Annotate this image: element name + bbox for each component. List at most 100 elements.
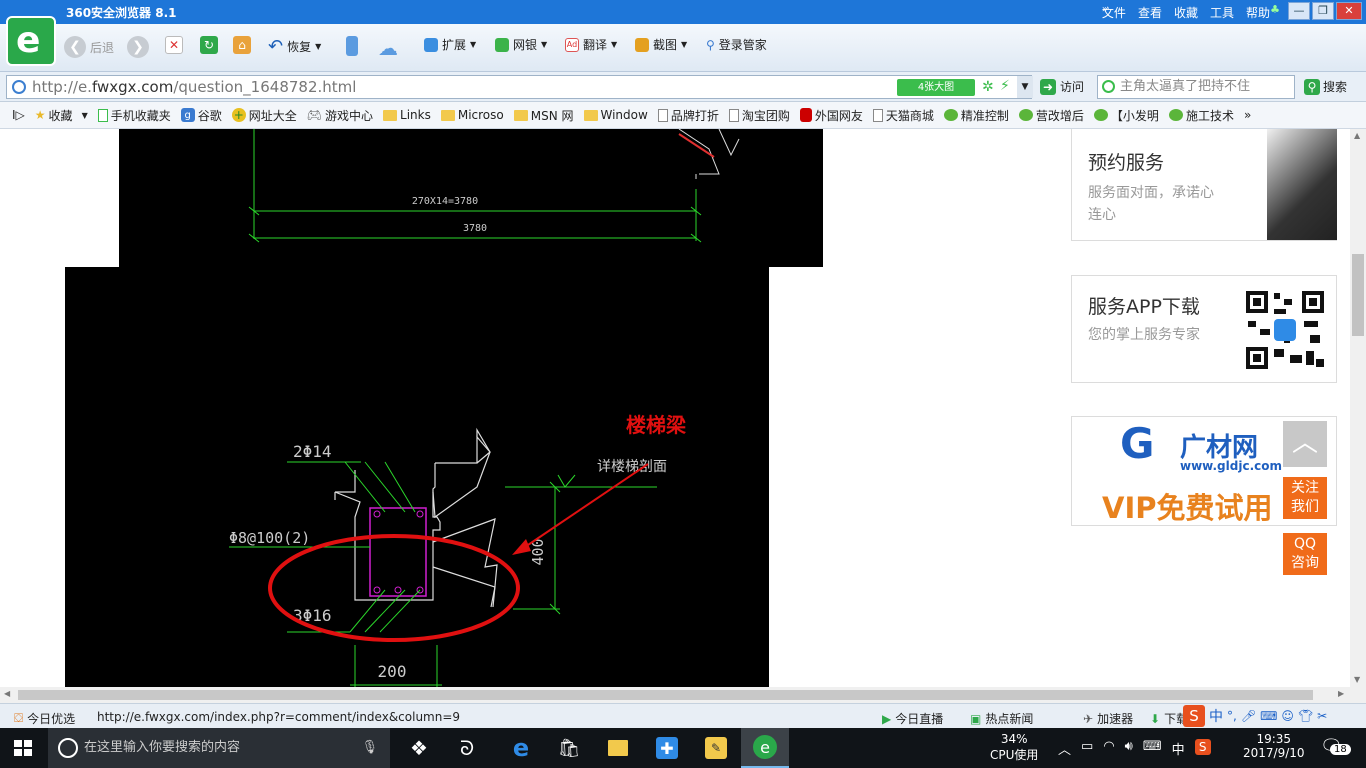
bookmark-google[interactable]: g 谷歌 — [180, 107, 222, 124]
restore-button[interactable]: ↶ 恢复 ▼ — [268, 36, 321, 57]
service-card[interactable]: 预约服务 服务面对面，承诺心连心 — [1071, 129, 1337, 241]
search-button[interactable]: ⚲ 搜索 — [1304, 78, 1347, 95]
menu-view[interactable]: 查看 — [1138, 4, 1162, 21]
qq-consult-button[interactable]: QQ咨询 — [1283, 533, 1327, 575]
globe-icon — [12, 80, 26, 94]
vertical-scrollbar[interactable]: ▲ ▼ — [1350, 129, 1366, 687]
hot-news-button[interactable]: ▣ 热点新闻 — [970, 710, 1033, 727]
basket-icon: ⛋ — [14, 711, 24, 725]
loading-icon[interactable]: ✲ — [982, 79, 994, 95]
battery-icon[interactable]: ▭ — [1081, 739, 1093, 758]
page-content: 270X14=3780 3780 2Φ14 Φ8@100(2) 3Φ16 详楼梯… — [0, 129, 1350, 687]
bookmark-taobao[interactable]: 淘宝团购 — [728, 107, 790, 124]
bookmark-sites[interactable]: + 网址大全 — [231, 107, 297, 124]
cpu-meter[interactable]: 34% CPU使用 — [990, 732, 1038, 763]
tray-ime-mode[interactable]: 中 — [1172, 739, 1185, 758]
netbank-button[interactable]: 网银 ▼ — [495, 36, 547, 53]
search-input[interactable]: 主角太逼真了把持不住 — [1097, 75, 1295, 99]
taskbar-search-input[interactable]: 在这里输入你要搜索的内容 🎙︎ — [48, 728, 390, 768]
translate-button[interactable]: Ad 翻译 ▼ — [565, 36, 617, 53]
minimize-button[interactable]: — — [1288, 2, 1310, 20]
bookmark-msn[interactable]: MSN 网 — [513, 107, 574, 124]
action-center-button[interactable]: 🗨︎ 18 — [1320, 736, 1351, 757]
accelerator-button[interactable]: ✈ 加速器 — [1083, 710, 1133, 727]
taskbar-app-360browser[interactable]: e — [741, 728, 789, 768]
taskbar-app-store[interactable]: 🛍︎ — [545, 728, 593, 768]
url-dropdown-icon[interactable]: ▼ — [1017, 76, 1033, 98]
wifi-icon[interactable]: ◠ — [1103, 739, 1114, 758]
folder-icon — [608, 740, 628, 756]
mobile-button[interactable] — [346, 36, 358, 56]
back-to-top-button[interactable]: ︿ — [1283, 421, 1327, 467]
lightning-icon[interactable]: ⚡ — [1000, 78, 1010, 94]
horizontal-scroll-thumb[interactable] — [18, 690, 1313, 700]
scroll-left-icon[interactable]: ◀ — [4, 689, 10, 698]
refresh-icon: ↻ — [200, 36, 218, 54]
goto-button[interactable]: ➜ 访问 — [1040, 78, 1084, 95]
mic-icon[interactable]: 🎙︎ — [361, 728, 378, 768]
bookmark-construction[interactable]: 施工技术 — [1168, 107, 1234, 124]
page-icon — [657, 108, 668, 122]
scroll-up-icon[interactable]: ▲ — [1354, 131, 1360, 140]
maximize-button[interactable]: ❐ — [1312, 2, 1334, 20]
url-text: http://e.fwxgx.com/question_1648782.html — [32, 78, 357, 96]
skin-icon[interactable]: ♣ — [1264, 2, 1286, 20]
stop-button[interactable]: ✕ — [165, 36, 183, 54]
task-view-button[interactable]: ❖ — [395, 728, 443, 768]
screenshot-label: 截图 — [653, 38, 678, 52]
horizontal-scrollbar[interactable]: ◀ ▶ — [0, 687, 1366, 703]
login-manager-button[interactable]: ⚲ 登录管家 — [706, 36, 767, 53]
start-button[interactable] — [14, 740, 32, 756]
menu-favorites[interactable]: 收藏 — [1174, 4, 1198, 21]
bookmark-windows[interactable]: Window — [583, 108, 648, 122]
bookmark-favorites[interactable]: ★ 收藏 ▼ — [35, 107, 88, 124]
scroll-right-icon[interactable]: ▶ — [1338, 689, 1344, 698]
taskbar-app-notes[interactable]: ✎ — [692, 728, 740, 768]
home-button[interactable]: ⌂ — [233, 36, 251, 54]
follow-us-button[interactable]: 关注我们 — [1283, 477, 1327, 519]
taskbar-app-explorer[interactable] — [594, 728, 642, 768]
bookmark-links[interactable]: Links — [383, 108, 431, 122]
bookmarks-more-icon[interactable]: » — [1244, 108, 1251, 122]
bookmarks-toggle-icon[interactable]: I▷ — [12, 108, 25, 122]
menu-tools[interactable]: 工具 — [1210, 4, 1234, 21]
screenshot-button[interactable]: 截图 ▼ — [635, 36, 687, 53]
bookmark-brand-sale[interactable]: 品牌打折 — [657, 107, 719, 124]
bookmark-precise[interactable]: 精准控制 — [943, 107, 1009, 124]
forward-button[interactable]: ❯ — [127, 36, 149, 58]
cloud-icon: ☁ — [378, 36, 398, 60]
bookmark-vat[interactable]: 营改增后 — [1018, 107, 1084, 124]
scroll-down-icon[interactable]: ▼ — [1354, 675, 1360, 684]
url-input[interactable]: http://e.fwxgx.com/question_1648782.html… — [6, 75, 1033, 99]
app-download-card[interactable]: 服务APP下载 您的掌上服务专家 — [1071, 275, 1337, 383]
volume-icon[interactable]: 🔊︎ — [1125, 739, 1133, 758]
bookmark-mobile[interactable]: 手机收藏夹 — [97, 107, 171, 124]
bookmark-invention[interactable]: 【小发明 — [1093, 107, 1159, 124]
taskbar-app-360[interactable]: ✚ — [643, 728, 691, 768]
vertical-scroll-thumb[interactable] — [1352, 254, 1364, 336]
menu-file[interactable]: 文件 — [1102, 4, 1126, 21]
bookmark-microsoft[interactable]: Microso — [440, 108, 504, 122]
cpu-label: CPU使用 — [990, 748, 1039, 762]
ime-mode: 中 — [1209, 709, 1223, 725]
bookmark-games[interactable]: 🎮︎ 游戏中心 — [307, 107, 373, 124]
sogou-ime-bar[interactable]: S 中 °, 🎤︎ ⌨ ☺ 👕︎ ✂ — [1183, 705, 1327, 727]
today-live-button[interactable]: ▶ 今日直播 — [882, 710, 943, 727]
clock[interactable]: 19:35 2017/9/10 — [1243, 732, 1305, 760]
tray-expand-icon[interactable]: ︿ — [1058, 739, 1071, 758]
today-pick-button[interactable]: ⛋ 今日优选 — [14, 710, 75, 727]
bookmark-foreign[interactable]: 外国网友 — [799, 107, 863, 124]
browser-logo-icon[interactable]: e — [6, 16, 56, 66]
taskbar-app-browser2[interactable]: ᘐ — [443, 728, 491, 768]
close-button[interactable]: ✕ — [1336, 2, 1362, 20]
extend-button[interactable]: 扩展 ▼ — [424, 36, 476, 53]
sogou-tray-icon[interactable]: S — [1194, 739, 1211, 755]
keyboard-icon[interactable]: ⌨ — [1143, 739, 1162, 758]
clock-time: 19:35 — [1256, 732, 1292, 746]
big-image-button[interactable]: 4张大图 — [897, 79, 975, 96]
cloud-button[interactable]: ☁ — [378, 36, 398, 60]
bookmark-tmall[interactable]: 天猫商城 — [872, 107, 934, 124]
taskbar-app-edge[interactable]: e — [497, 728, 545, 768]
refresh-button[interactable]: ↻ — [200, 36, 218, 54]
back-button[interactable]: ❮ 后退 — [64, 36, 114, 58]
